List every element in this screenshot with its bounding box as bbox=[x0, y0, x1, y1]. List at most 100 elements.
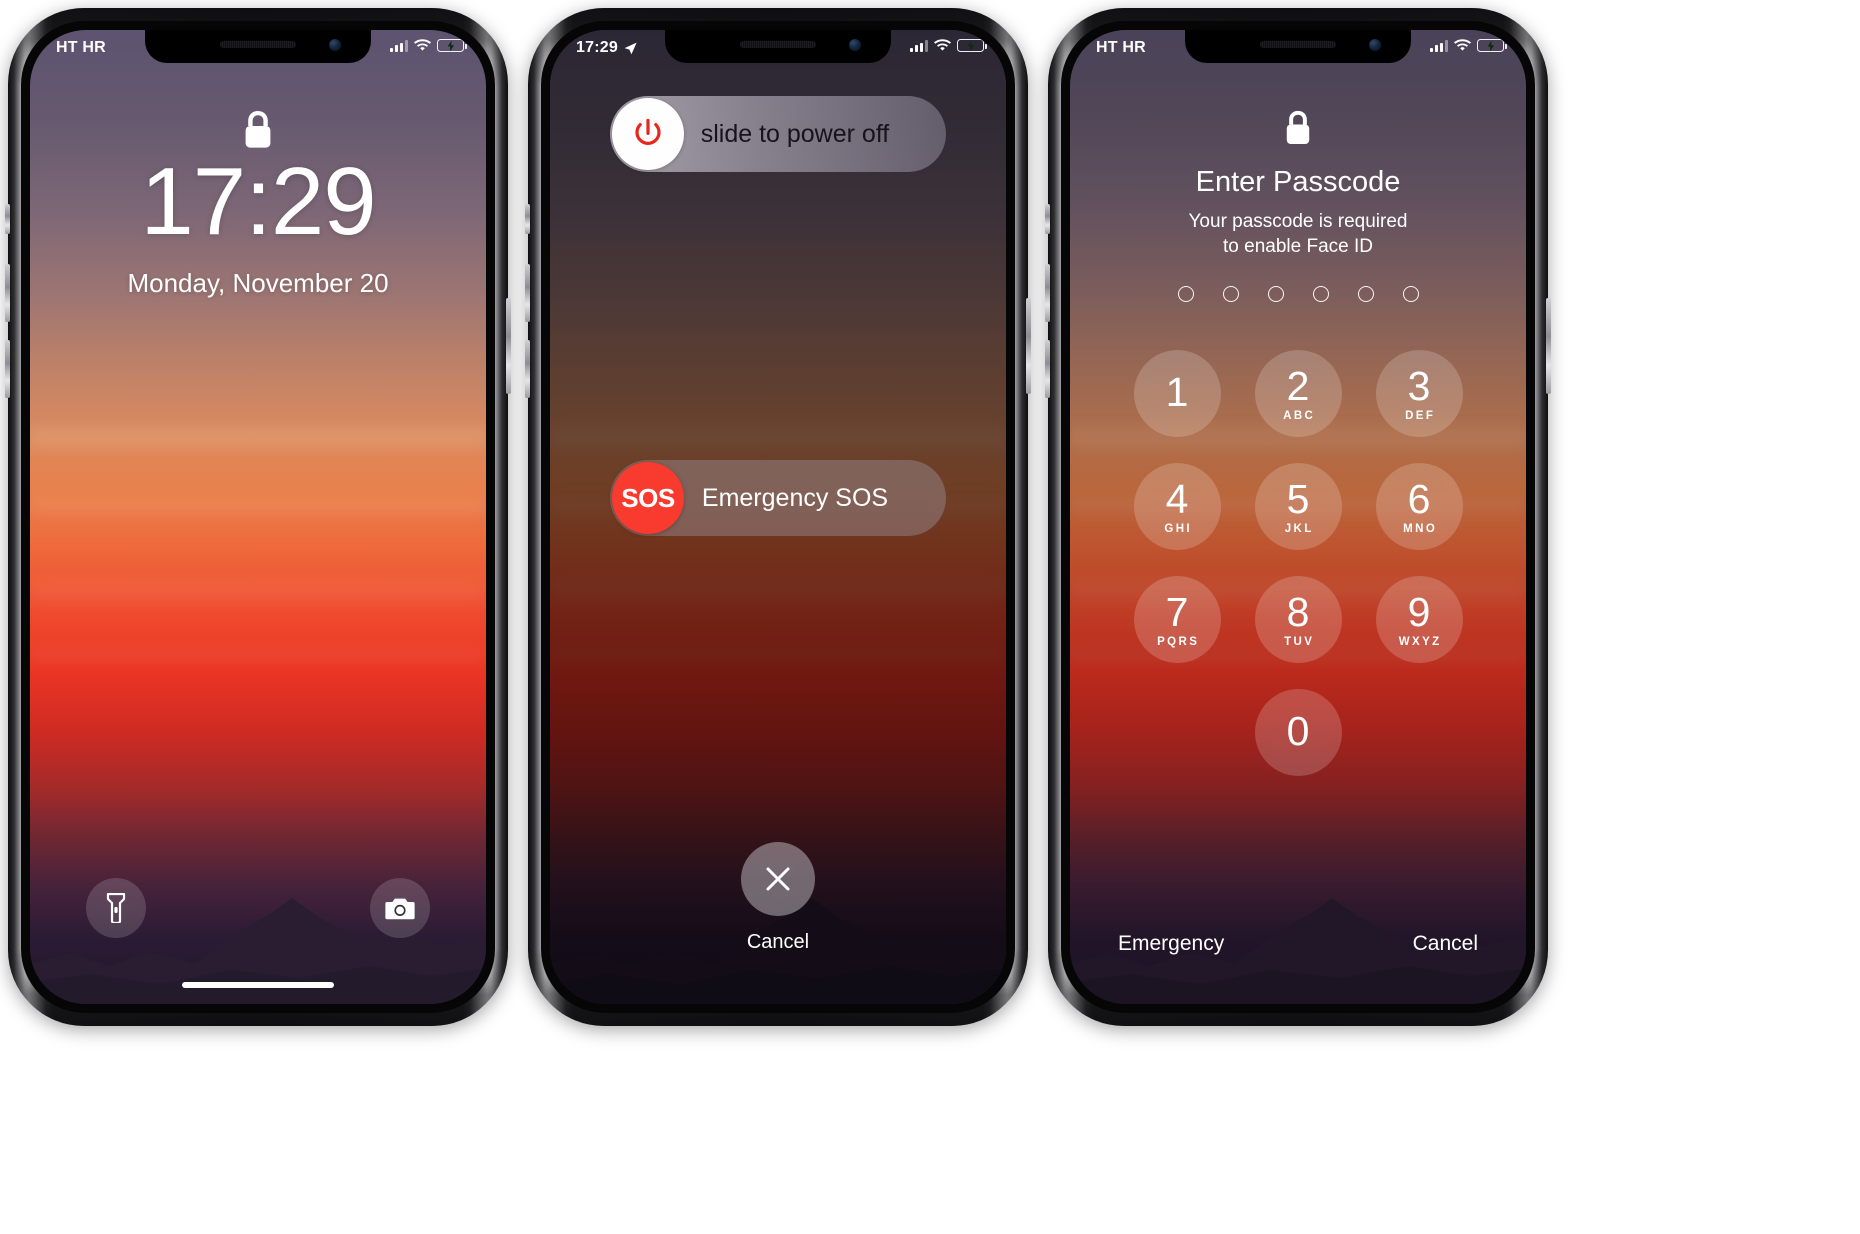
keypad-digit: 6 bbox=[1407, 475, 1431, 522]
emergency-sos-slider[interactable]: SOS Emergency SOS bbox=[610, 460, 946, 536]
keypad-letters: ABC bbox=[1283, 409, 1316, 422]
earpiece-speaker bbox=[740, 41, 816, 48]
side-power-button[interactable] bbox=[1546, 298, 1551, 394]
keypad-digit: 9 bbox=[1407, 588, 1431, 635]
notch bbox=[145, 30, 371, 63]
sos-slider-knob[interactable]: SOS bbox=[612, 462, 684, 534]
keypad-letters: TUV bbox=[1284, 635, 1315, 648]
mute-switch[interactable] bbox=[525, 204, 530, 234]
lock-closed-icon bbox=[245, 111, 271, 148]
lock-closed-icon bbox=[1286, 110, 1310, 145]
status-bar-right bbox=[1430, 39, 1507, 52]
keypad-spacer-right bbox=[1376, 689, 1463, 776]
keypad-letters: MNO bbox=[1403, 522, 1438, 535]
keypad-digit: 1 bbox=[1165, 368, 1189, 415]
volume-down-button[interactable] bbox=[1045, 340, 1050, 398]
keypad-letters: GHI bbox=[1164, 522, 1193, 535]
passcode-dot bbox=[1402, 286, 1419, 302]
phone-screen: HT HR bbox=[30, 30, 486, 1004]
volume-down-button[interactable] bbox=[525, 340, 530, 398]
screenshot-stage: HT HR 17:29 Monday, November 20 17:29 sl… bbox=[0, 0, 1860, 1234]
passcode-dot bbox=[1312, 286, 1329, 302]
passcode-subtitle-line2: to enable Face ID bbox=[1223, 235, 1373, 257]
phone-screen: HT HR bbox=[1070, 30, 1526, 1004]
keypad-digit: 0 bbox=[1286, 707, 1310, 754]
keypad-letters: DEF bbox=[1405, 409, 1436, 422]
cancel-label: Cancel bbox=[746, 931, 810, 953]
mute-switch[interactable] bbox=[1045, 204, 1050, 234]
status-bar-time: 17:29 bbox=[576, 39, 618, 56]
keypad-key-6[interactable]: 6 MNO bbox=[1375, 463, 1463, 550]
keypad-key-2[interactable]: 2 ABC bbox=[1254, 350, 1342, 437]
keypad-key-4[interactable]: 4 GHI bbox=[1133, 463, 1221, 550]
passcode-dots bbox=[1070, 286, 1526, 302]
status-bar-left: HT HR bbox=[56, 39, 106, 57]
phone-lock-screen: HT HR 17:29 Monday, November 20 bbox=[5, 8, 511, 1026]
earpiece-speaker bbox=[220, 41, 296, 48]
cellular-bars-icon bbox=[390, 39, 408, 52]
keypad-key-5[interactable]: 5 JKL bbox=[1254, 463, 1342, 550]
slide-to-power-off-slider[interactable]: slide to power off bbox=[610, 96, 946, 172]
keypad-key-3[interactable]: 3 DEF bbox=[1375, 350, 1463, 437]
lock-screen-time: 17:29 bbox=[140, 148, 376, 255]
side-power-button[interactable] bbox=[506, 298, 511, 394]
home-indicator[interactable] bbox=[182, 982, 334, 988]
keypad-letters: PQRS bbox=[1157, 635, 1200, 648]
power-icon bbox=[635, 118, 661, 145]
close-x-icon bbox=[766, 867, 790, 891]
keypad-key-9[interactable]: 9 WXYZ bbox=[1375, 576, 1463, 663]
camera-icon bbox=[385, 898, 415, 919]
page-title: Enter Passcode bbox=[1195, 166, 1401, 198]
keypad-key-8[interactable]: 8 TUV bbox=[1254, 576, 1342, 663]
carrier-label: HT HR bbox=[1096, 39, 1146, 56]
cellular-bars-icon bbox=[910, 39, 928, 52]
cellular-bars-icon bbox=[1430, 39, 1448, 52]
emergency-button[interactable]: Emergency bbox=[1118, 932, 1224, 956]
power-slider-knob[interactable] bbox=[612, 98, 684, 170]
keypad-digit: 7 bbox=[1165, 588, 1189, 635]
keypad-key-7[interactable]: 7 PQRS bbox=[1133, 576, 1221, 663]
front-camera-icon bbox=[849, 39, 861, 51]
battery-charging-icon bbox=[437, 39, 467, 52]
keypad-digit: 3 bbox=[1407, 362, 1431, 409]
keypad-letters: WXYZ bbox=[1398, 635, 1442, 648]
flashlight-icon bbox=[106, 893, 126, 923]
phone-screen: 17:29 slide to power off SOS Emergency S… bbox=[550, 30, 1006, 1004]
mute-switch[interactable] bbox=[5, 204, 10, 234]
volume-up-button[interactable] bbox=[5, 264, 10, 322]
battery-charging-icon bbox=[1477, 39, 1507, 52]
status-bar-right bbox=[910, 39, 987, 52]
passcode-dot bbox=[1357, 286, 1374, 302]
emergency-sos-label: Emergency SOS bbox=[701, 483, 889, 512]
phone-power-off-screen: 17:29 slide to power off SOS Emergency S… bbox=[525, 8, 1031, 1026]
camera-button[interactable] bbox=[370, 878, 430, 938]
keypad-digit: 2 bbox=[1286, 362, 1310, 409]
volume-down-button[interactable] bbox=[5, 340, 10, 398]
side-power-button[interactable] bbox=[1026, 298, 1031, 394]
cancel-button[interactable]: Cancel bbox=[1413, 932, 1478, 956]
keypad-digit: 5 bbox=[1286, 475, 1310, 522]
carrier-label: HT HR bbox=[56, 39, 106, 56]
volume-up-button[interactable] bbox=[1045, 264, 1050, 322]
wifi-icon bbox=[934, 39, 951, 51]
passcode-dot bbox=[1177, 286, 1194, 302]
status-bar-right bbox=[390, 39, 467, 52]
passcode-subtitle: Your passcode is required to enable Face… bbox=[1070, 210, 1526, 259]
keypad-digit: 8 bbox=[1286, 588, 1310, 635]
notch bbox=[665, 30, 891, 63]
slide-to-power-off-label: slide to power off bbox=[700, 119, 890, 148]
front-camera-icon bbox=[1369, 39, 1381, 51]
flashlight-button[interactable] bbox=[86, 878, 146, 938]
wifi-icon bbox=[414, 39, 431, 51]
location-arrow-icon bbox=[624, 42, 637, 54]
keypad-digit: 4 bbox=[1165, 475, 1189, 522]
cancel-button[interactable] bbox=[741, 842, 815, 916]
keypad-key-0[interactable]: 0 bbox=[1254, 689, 1342, 776]
status-bar-left: HT HR bbox=[1096, 39, 1146, 57]
volume-up-button[interactable] bbox=[525, 264, 530, 322]
keypad-key-1[interactable]: 1 bbox=[1133, 350, 1221, 437]
phone-passcode-screen: HT HR Enter Passcode Your passcode is re… bbox=[1045, 8, 1551, 1026]
passcode-dot bbox=[1267, 286, 1284, 302]
earpiece-speaker bbox=[1260, 41, 1336, 48]
passcode-keypad: 1 2 ABC 3 DEF 4 GHI 5 JKL 6 MNO 7 PQRS 8… bbox=[1133, 350, 1463, 776]
